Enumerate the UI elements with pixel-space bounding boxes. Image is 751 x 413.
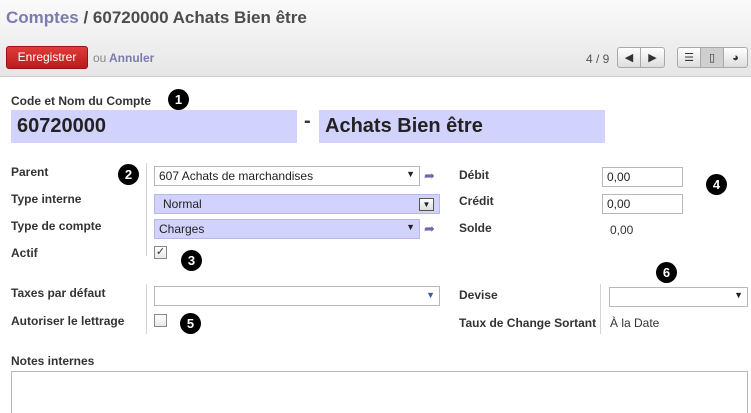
breadcrumb-separator: / (78, 8, 93, 27)
chevron-down-icon: ▼ (426, 290, 435, 300)
annotation-badge-6: 6 (656, 262, 677, 283)
external-link-icon[interactable]: ➦ (424, 168, 435, 184)
chevron-down-icon: ▼ (734, 290, 743, 300)
divider (600, 284, 601, 334)
annotation-badge-3: 3 (181, 250, 202, 271)
pager-counter: 4 / 9 (586, 52, 610, 66)
code-name-separator: - (304, 110, 311, 132)
annotation-badge-1: 1 (168, 89, 189, 110)
reconcile-label: Autoriser le lettrage (11, 314, 125, 328)
chevron-down-icon: ▼ (406, 169, 415, 179)
internal-type-select[interactable]: Normal ▼ (154, 194, 440, 214)
active-checkbox[interactable]: ✓ (154, 246, 167, 259)
currency-label: Devise (459, 288, 498, 302)
divider (146, 284, 147, 334)
balance-label: Solde (459, 221, 492, 235)
currency-select[interactable]: ▼ (609, 287, 748, 307)
default-taxes-label: Taxes par défaut (11, 286, 106, 300)
credit-label: Crédit (459, 194, 494, 208)
account-name-input[interactable]: Achats Bien être (319, 110, 605, 143)
graph-view-icon[interactable]: ◕ (724, 48, 747, 67)
parent-select-value: 607 Achats de marchandises (159, 169, 314, 183)
external-link-icon[interactable]: ➦ (424, 221, 435, 237)
debit-label: Débit (459, 168, 489, 182)
parent-select[interactable]: 607 Achats de marchandises ▼ (154, 166, 420, 186)
internal-type-value: Normal (163, 197, 202, 211)
account-type-label: Type de compte (11, 219, 102, 233)
list-view-icon[interactable]: ☰ (678, 48, 701, 67)
annotation-badge-5: 5 (180, 313, 201, 334)
or-text: ou (93, 51, 107, 65)
breadcrumb: Comptes / 60720000 Achats Bien être (6, 8, 307, 28)
account-code-input[interactable]: 60720000 (11, 110, 297, 143)
code-name-label: Code et Nom du Compte (11, 94, 151, 108)
annotation-badge-2: 2 (118, 164, 139, 185)
exchange-rate-label: Taux de Change Sortant (459, 316, 597, 330)
form-view-icon[interactable]: ▯ (701, 48, 724, 67)
balance-value: 0,00 (610, 223, 634, 237)
dropdown-button-icon: ▼ (419, 198, 434, 211)
account-type-select[interactable]: Charges ▼ (154, 219, 420, 239)
pager-buttons: ◀ ▶ (617, 47, 665, 68)
debit-input[interactable]: 0,00 (602, 167, 683, 187)
notes-textarea[interactable] (11, 371, 748, 413)
internal-type-label: Type interne (11, 192, 82, 206)
divider (146, 163, 147, 256)
arrow-right-icon[interactable]: ▶ (641, 48, 664, 67)
parent-label: Parent (11, 165, 49, 179)
reconcile-checkbox[interactable] (154, 314, 167, 327)
save-button[interactable]: Enregistrer (6, 46, 88, 69)
annotation-badge-4: 4 (706, 174, 727, 195)
cancel-link[interactable]: Annuler (109, 51, 154, 65)
active-label: Actif (11, 246, 38, 260)
exchange-rate-value: À la Date (610, 316, 660, 330)
chevron-down-icon: ▼ (406, 222, 415, 232)
notes-label: Notes internes (11, 354, 95, 368)
account-type-value: Charges (159, 222, 205, 236)
view-switcher: ☰ ▯ ◕ (677, 47, 748, 68)
breadcrumb-parent[interactable]: Comptes (6, 8, 79, 27)
default-taxes-select[interactable]: ▼ (154, 286, 440, 306)
arrow-left-icon[interactable]: ◀ (618, 48, 641, 67)
breadcrumb-current: 60720000 Achats Bien être (92, 8, 307, 27)
credit-input[interactable]: 0,00 (602, 194, 683, 214)
control-panel: Comptes / 60720000 Achats Bien être Enre… (0, 0, 751, 77)
